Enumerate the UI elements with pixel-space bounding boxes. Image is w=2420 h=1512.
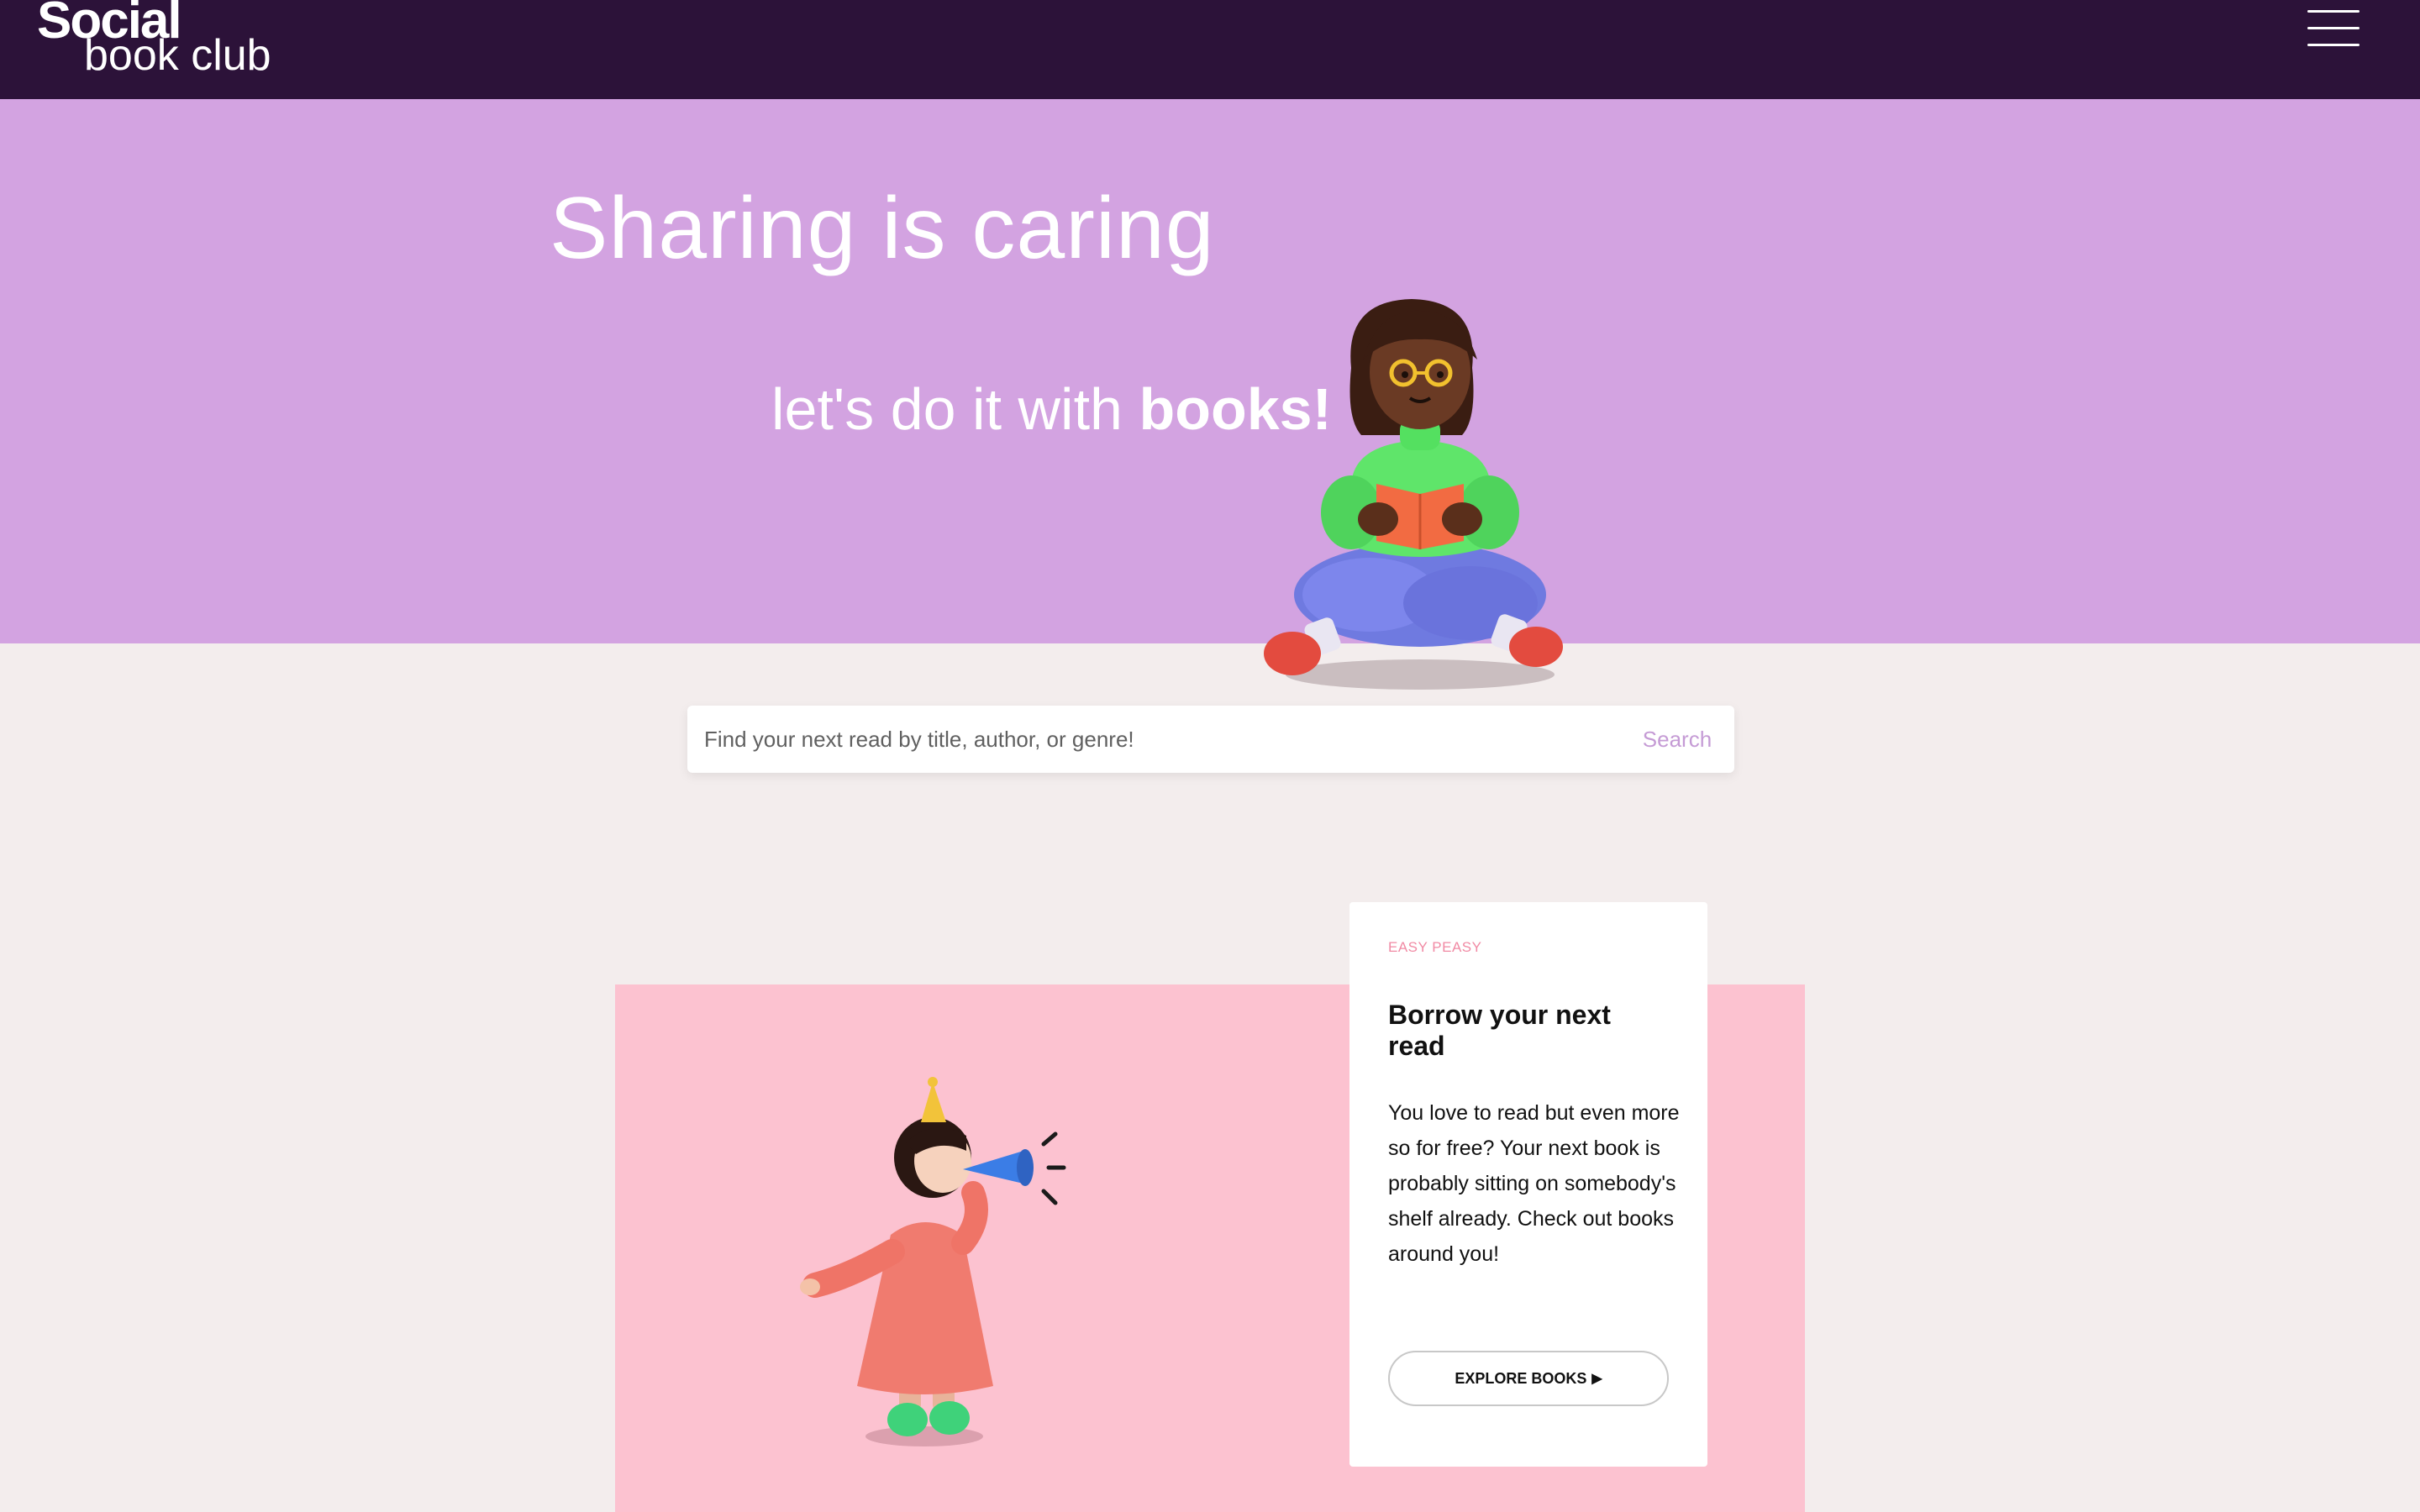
play-arrow-icon: ▶ <box>1591 1372 1602 1386</box>
search-bar: Search <box>687 706 1734 773</box>
feature-title: Borrow your next read <box>1388 1000 1611 1061</box>
search-button[interactable]: Search <box>1620 706 1734 773</box>
hero-subtitle: let's do it with books! <box>771 380 1332 438</box>
hamburger-menu-icon[interactable] <box>2307 8 2360 49</box>
search-input[interactable] <box>702 706 1576 773</box>
person-reading-book-illustration <box>1264 299 1563 690</box>
logo-text-book-club: book club <box>84 31 271 80</box>
girl-with-party-horn-illustration <box>800 1077 1066 1446</box>
feature-card: EASY PEASY Borrow your next read You lov… <box>1349 902 1707 1467</box>
hero-title: Sharing is caring <box>550 180 1215 277</box>
feature-body: You love to read but even more so for fr… <box>1388 1101 1680 1266</box>
hero-subtitle-prefix: let's do it with <box>771 376 1139 442</box>
explore-books-label: EXPLORE BOOKS <box>1455 1369 1587 1387</box>
explore-books-button[interactable]: EXPLORE BOOKS ▶ <box>1388 1351 1669 1406</box>
top-navigation-bar: Social book club <box>0 0 2420 99</box>
feature-eyebrow: EASY PEASY <box>1388 939 1482 955</box>
